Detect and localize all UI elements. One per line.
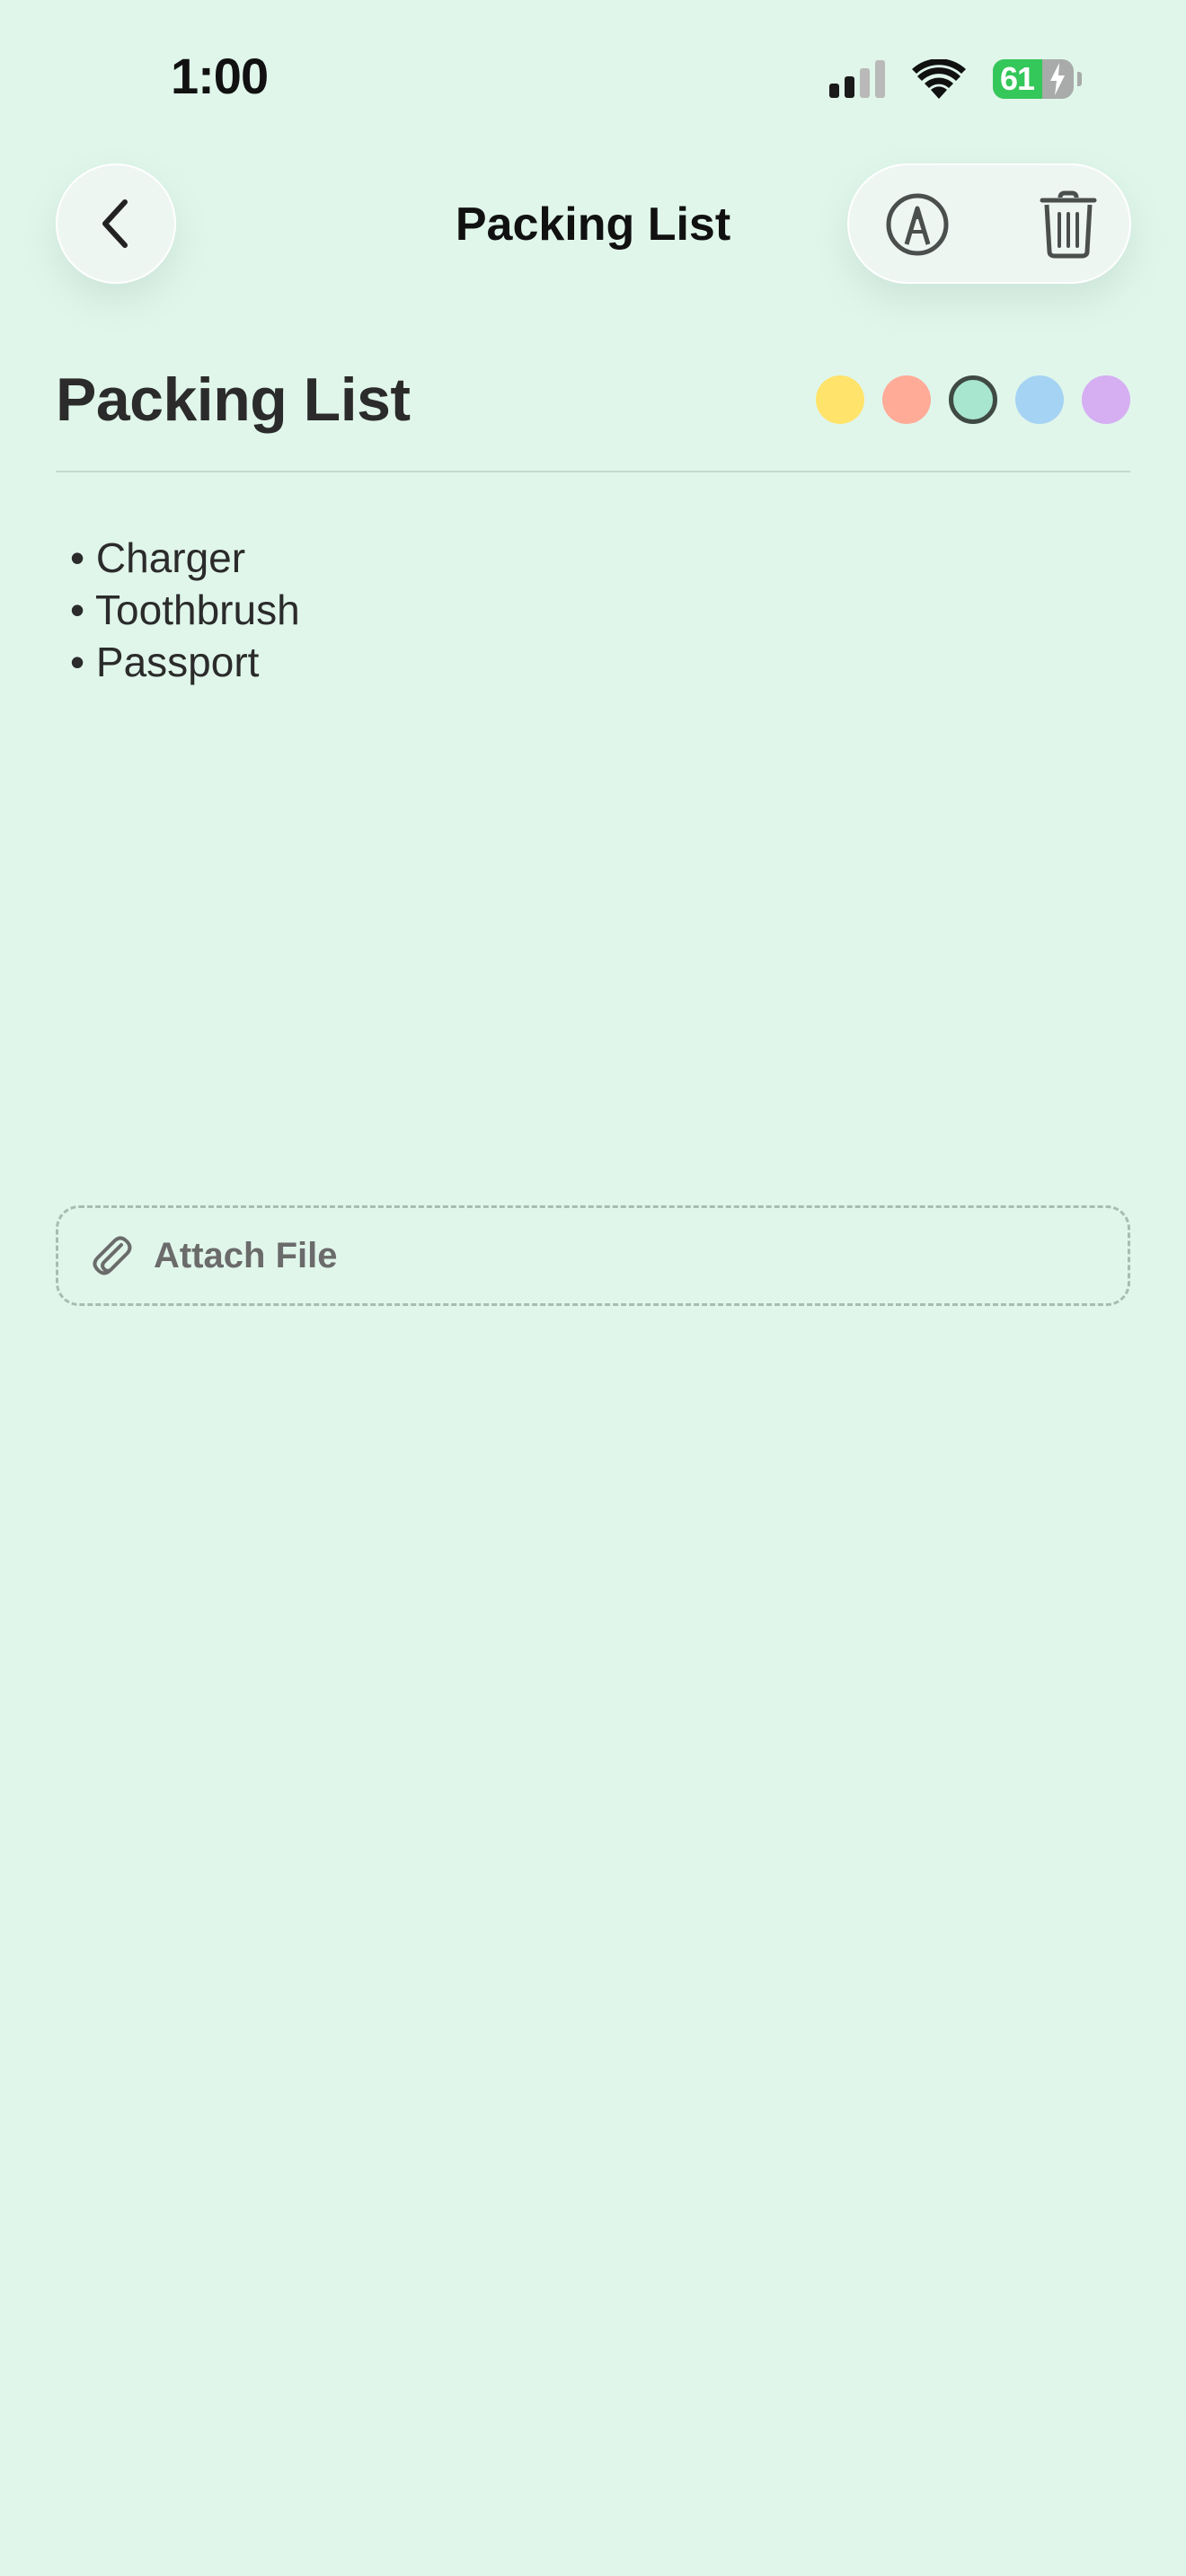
battery-nub	[1077, 72, 1082, 86]
wifi-icon	[912, 59, 966, 99]
note-actions	[847, 163, 1131, 284]
status-icons: 61	[829, 59, 1082, 99]
color-option-yellow[interactable]	[816, 375, 864, 424]
color-option-mint[interactable]	[949, 375, 997, 424]
color-option-coral[interactable]	[882, 375, 931, 424]
charging-bolt-icon	[1050, 63, 1065, 95]
delete-button[interactable]	[1034, 189, 1102, 260]
status-time: 1:00	[171, 48, 269, 104]
pen-circle-icon	[886, 193, 949, 256]
note-title[interactable]: Packing List	[56, 365, 411, 435]
paperclip-icon	[91, 1232, 132, 1279]
cellular-signal-icon	[829, 60, 885, 98]
attach-file-button[interactable]: Attach File	[56, 1205, 1130, 1306]
color-option-blue[interactable]	[1015, 375, 1064, 424]
note-body-editor[interactable]: • Charger • Toothbrush • Passport	[70, 532, 300, 688]
battery-charging-icon: 61	[993, 59, 1074, 99]
attach-file-label: Attach File	[154, 1235, 338, 1275]
color-option-lavender[interactable]	[1082, 375, 1130, 424]
list-item: • Passport	[70, 639, 260, 685]
markup-button[interactable]	[883, 190, 951, 259]
navigation-bar: Packing List	[0, 162, 1186, 287]
battery-level: 61	[1000, 60, 1035, 97]
divider	[56, 471, 1130, 472]
list-item: • Charger	[70, 534, 246, 581]
color-picker	[816, 375, 1130, 424]
trash-icon	[1040, 190, 1097, 259]
status-bar: 1:00 61	[0, 0, 1186, 153]
list-item: • Toothbrush	[70, 587, 300, 633]
